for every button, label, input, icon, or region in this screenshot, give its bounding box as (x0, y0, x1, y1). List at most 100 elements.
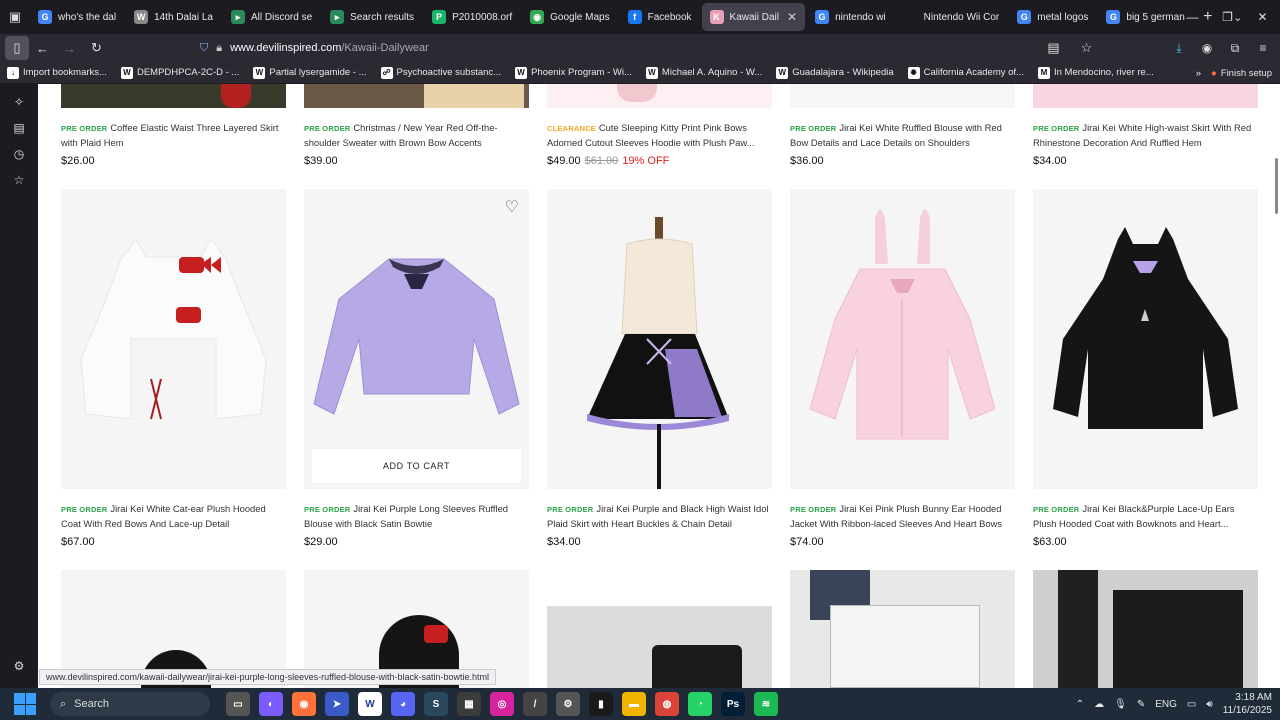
browser-tab[interactable]: Gnintendo wi (807, 3, 894, 31)
product-image[interactable]: ♡ ADD TO CART (304, 189, 529, 489)
tracking-shield-icon[interactable]: ⛉ (200, 42, 208, 55)
sidebar-toggle-icon[interactable]: ▯ (5, 36, 29, 60)
reader-view-icon[interactable]: ▤ (1040, 36, 1067, 60)
browser-tab[interactable]: ◉ Google Maps (522, 3, 617, 31)
reload-icon[interactable]: ↻ (83, 36, 110, 60)
firefox-icon[interactable]: ◉ (292, 692, 316, 716)
product-title[interactable]: PRE ORDER Jirai Kei White High-waist Skir… (1033, 121, 1258, 149)
product-image[interactable] (790, 189, 1015, 489)
bookmark-item[interactable]: ☍ Psychoactive substanc... (374, 66, 509, 79)
vscode-icon[interactable]: ➤ (325, 692, 349, 716)
product-image[interactable] (1033, 84, 1258, 108)
product-title[interactable]: PRE ORDER Jirai Kei Pink Plush Bunny Ear … (790, 502, 1015, 530)
account-icon[interactable]: ◉ (1196, 36, 1218, 60)
stats-icon[interactable]: ▮ (589, 692, 613, 716)
minimize-icon[interactable]: — (1175, 0, 1210, 34)
product-image[interactable] (790, 570, 1015, 688)
bookmark-item[interactable]: W DEMPDHPCA-2C-D - ... (114, 66, 246, 79)
sidebar-settings-icon[interactable]: ⚙ (11, 658, 27, 674)
product-image[interactable] (61, 84, 286, 108)
bookmark-item[interactable]: ↓ Import bookmarks... (0, 66, 114, 79)
pen-tray-icon[interactable]: ✎ (1137, 699, 1145, 710)
taskbar-search[interactable]: ⌕ Search (50, 692, 210, 716)
display-icon[interactable]: ▭ (1187, 699, 1196, 710)
product-title[interactable]: CLEARANCE Cute Sleeping Kitty Print Pink … (547, 121, 772, 149)
back-icon[interactable]: ← (29, 36, 56, 60)
folder-icon[interactable]: ▬ (622, 692, 646, 716)
bookmark-item[interactable]: ✹ California Academy of... (901, 66, 1031, 79)
microphone-icon[interactable]: 🎙︎ (1114, 699, 1127, 710)
product-image[interactable] (790, 84, 1015, 108)
clock[interactable]: 3:18 AM 11/16/2025 (1223, 691, 1272, 717)
file-icon[interactable]: ▭ (226, 692, 250, 716)
windows-start-icon[interactable] (14, 693, 36, 715)
steam-icon[interactable]: S (424, 692, 448, 716)
ai-sparkle-icon[interactable]: ✧ (11, 94, 27, 110)
browser-tab[interactable]: W 14th Dalai La (126, 3, 221, 31)
calculator-icon[interactable]: ▦ (457, 692, 481, 716)
browser-tab[interactable]: ▸ All Discord se (223, 3, 320, 31)
forward-icon[interactable]: → (56, 36, 83, 60)
product-card[interactable] (1033, 570, 1258, 688)
product-card[interactable]: PRE ORDER Christmas / New Year Red Off-th… (304, 84, 529, 167)
close-window-icon[interactable]: ✕ (1245, 0, 1280, 34)
product-card[interactable]: PRE ORDER Jirai Kei Purple and Black High… (547, 189, 772, 548)
menu-icon[interactable]: ≡ (1252, 36, 1274, 60)
bookmark-item[interactable]: W Phoenix Program - Wi... (508, 66, 639, 79)
spotify-icon[interactable]: ≋ (754, 692, 778, 716)
url-bar[interactable]: ⛉ 🔒︎ www.devilinspired.com/Kawaii-Dailyw… (200, 36, 1085, 60)
close-tab-icon[interactable]: ✕ (787, 10, 797, 24)
product-title[interactable]: PRE ORDER Jirai Kei Black&Purple Lace-Up … (1033, 502, 1258, 530)
product-image[interactable] (547, 84, 772, 108)
product-card[interactable]: PRE ORDER Jirai Kei Black&Purple Lace-Up … (1033, 189, 1258, 548)
bookmark-item[interactable]: M In Mendocino, river re... (1031, 66, 1161, 79)
extensions-icon[interactable]: ⧉ (1224, 36, 1246, 60)
scrollbar-thumb[interactable] (1275, 158, 1278, 214)
history-icon[interactable]: ◷ (11, 146, 27, 162)
add-to-cart-button[interactable]: ADD TO CART (312, 449, 521, 483)
product-card[interactable]: PRE ORDER Jirai Kei White Cat-ear Plush H… (61, 189, 286, 548)
browser-tab[interactable]: P P2010008.orf (424, 3, 520, 31)
product-card[interactable]: PRE ORDER Jirai Kei White High-waist Skir… (1033, 84, 1258, 167)
product-image[interactable] (61, 189, 286, 489)
bookmarks-star-icon[interactable]: ☆ (11, 172, 27, 188)
discord-icon[interactable]: ◕ (391, 692, 415, 716)
product-title[interactable]: PRE ORDER Jirai Kei Purple Long Sleeves R… (304, 502, 529, 530)
browser-tab[interactable]: K Kawaii Dail ✕ (701, 3, 806, 31)
more-bookmarks-icon[interactable]: » (1196, 68, 1201, 79)
product-title[interactable]: PRE ORDER Jirai Kei White Ruffled Blouse … (790, 121, 1015, 149)
browser-tab[interactable]: Nintendo Wii Cor (896, 3, 1008, 31)
wordpad-icon[interactable]: W (358, 692, 382, 716)
product-title[interactable]: PRE ORDER Jirai Kei White Cat-ear Plush H… (61, 502, 286, 530)
chrome-icon[interactable]: ◍ (655, 692, 679, 716)
whatsapp-icon[interactable]: ◔ (688, 692, 712, 716)
onedrive-icon[interactable]: ☁ (1094, 699, 1104, 710)
restore-icon[interactable]: ❐ (1210, 0, 1245, 34)
product-image[interactable] (1033, 570, 1258, 688)
product-card[interactable]: PRE ORDER Jirai Kei White Ruffled Blouse … (790, 84, 1015, 167)
volume-icon[interactable]: 🔊︎ (1206, 699, 1212, 710)
photoshop-icon[interactable]: Ps (721, 692, 745, 716)
browser-tab[interactable]: Gwho's the dal (30, 3, 124, 31)
bookmark-item[interactable]: W Guadalajara - Wikipedia (769, 66, 900, 79)
language-indicator[interactable]: ENG (1155, 699, 1177, 710)
product-card[interactable]: ♡ ADD TO CART PRE ORDER Jirai Kei Purple … (304, 189, 529, 548)
browser-tab[interactable]: Gmetal logos (1009, 3, 1096, 31)
lock-icon[interactable]: 🔒︎ (216, 42, 222, 55)
downloads-icon[interactable]: ⤓ (1168, 36, 1190, 60)
product-card[interactable]: PRE ORDER Coffee Elastic Waist Three Laye… (61, 84, 286, 167)
product-image[interactable] (547, 189, 772, 489)
tab-overview-icon[interactable]: ▣ (0, 0, 30, 34)
product-title[interactable]: PRE ORDER Coffee Elastic Waist Three Laye… (61, 121, 286, 149)
tray-chevron-icon[interactable]: ⌃ (1076, 699, 1084, 710)
wishlist-heart-icon[interactable]: ♡ (505, 197, 519, 217)
bookmark-item[interactable]: W Michael A. Aquino - W... (639, 66, 769, 79)
pen-icon[interactable]: / (523, 692, 547, 716)
bookmark-item[interactable]: W Partial lysergamide - ... (246, 66, 373, 79)
copilot-icon[interactable]: ◐ (259, 692, 283, 716)
product-card[interactable]: CLEARANCE Cute Sleeping Kitty Print Pink … (547, 84, 772, 167)
product-card[interactable]: PRE ORDER Jirai Kei Pink Plush Bunny Ear … (790, 189, 1015, 548)
product-image[interactable] (304, 84, 529, 108)
product-card[interactable] (790, 570, 1015, 688)
bookmark-star-icon[interactable]: ☆ (1073, 36, 1100, 60)
